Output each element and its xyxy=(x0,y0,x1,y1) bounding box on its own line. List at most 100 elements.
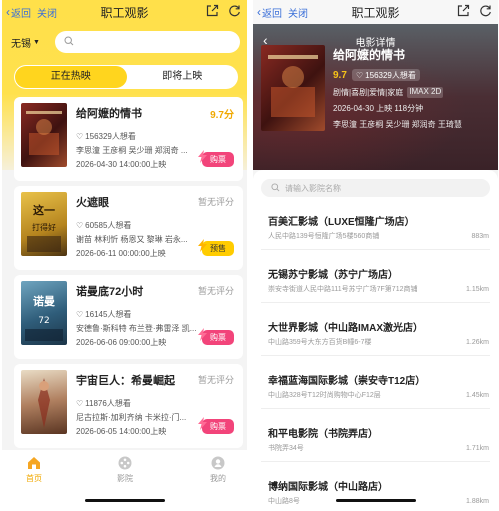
svg-text:72: 72 xyxy=(38,316,49,326)
cinema-item[interactable]: 和平电影院（书院弄店） 书院弄34号 1.71km xyxy=(261,417,490,462)
movie-score: 暂无评分 xyxy=(197,286,234,296)
detail-movie-poster xyxy=(261,45,325,131)
movie-poster: 这一 打得好 xyxy=(21,192,67,256)
close-button[interactable]: 关闭 xyxy=(288,5,308,20)
tab-cinemas[interactable]: 影院 xyxy=(105,455,145,484)
back-button[interactable]: ‹ 返回 关闭 xyxy=(253,5,308,20)
movie-cast: 李思潼 王彦桐 吴少珊 郑润奇 ... xyxy=(76,146,188,155)
screenshot: ‹ 返回 关闭 职工观影 无锡 ▼ 正在热映 即将上映 给阿嬷的情书 9.7分 … xyxy=(0,0,499,511)
heart-icon: ♡ xyxy=(76,399,84,408)
cinema-name: 博纳国际影城（中山路店） xyxy=(268,482,388,493)
cinema-item[interactable]: 博纳国际影城（中山路店） 中山路8号 1.88km xyxy=(261,470,490,511)
release-date: 2026-06-11 00:00:00上映 xyxy=(76,249,166,258)
want-count-text: 156329人想看 xyxy=(85,132,136,141)
tab-now-showing[interactable]: 正在热映 xyxy=(15,66,127,88)
cinema-address: 人民中路139号恒隆广场5楼560商铺 xyxy=(268,233,380,240)
search-icon xyxy=(271,182,280,194)
cinema-name: 幸福蓝海国际影城（崇安寺T12店） xyxy=(268,376,426,387)
bolt-icon xyxy=(198,239,207,252)
detail-movie-score: 9.7 xyxy=(333,70,347,81)
cinema-address: 中山路8号 xyxy=(268,498,300,505)
cinema-distance: 1.26km xyxy=(466,339,489,346)
cinema-address: 书院弄34号 xyxy=(268,445,304,452)
cinema-name: 大世界影城（中山路IMAX激光店） xyxy=(268,323,423,334)
movie-card[interactable]: 宇宙巨人：希曼崛起 暂无评分 ♡ 11876人想看 尼古拉斯·加利齐纳 卡米拉·门… xyxy=(14,364,243,448)
tab-me[interactable]: 我的 xyxy=(198,455,238,484)
home-indicator xyxy=(335,499,416,502)
cinema-list-panel: 请输入影院名称 百美汇影城（LUXE恒隆广场店） 人民中路139号恒隆广场5楼5… xyxy=(253,170,498,511)
refresh-icon[interactable] xyxy=(479,4,492,17)
want-count: ♡ 11876人想看 xyxy=(76,398,131,409)
movie-tabs: 正在热映 即将上映 xyxy=(14,65,238,89)
presale-button[interactable]: 预售 xyxy=(198,239,234,256)
nav-bar: ‹ 返回 关闭 职工观影 xyxy=(2,0,247,24)
cinema-name: 和平电影院（书院弄店） xyxy=(268,429,378,440)
bolt-icon xyxy=(198,150,207,163)
cinema-address: 中山路359号大东方百货B幢6-7楼 xyxy=(268,339,372,346)
movie-poster xyxy=(21,370,67,434)
cinema-search-placeholder: 请输入影院名称 xyxy=(285,183,341,193)
tab-home[interactable]: 首页 xyxy=(14,455,54,484)
bolt-icon xyxy=(198,328,207,341)
city-selector[interactable]: 无锡 ▼ xyxy=(2,35,46,50)
detail-want-count: ♡ 156329人想看 xyxy=(352,69,420,81)
movie-score: 暂无评分 xyxy=(197,197,234,207)
search-input[interactable] xyxy=(55,31,240,53)
heart-icon: ♡ xyxy=(76,221,84,230)
want-count: ♡ 156329人想看 xyxy=(76,131,136,142)
close-button[interactable]: 关闭 xyxy=(37,5,57,20)
tab-home-label: 首页 xyxy=(26,474,42,483)
buy-ticket-button[interactable]: 购票 xyxy=(198,150,234,167)
movie-cast: 谢苗 林利忻 杨恩又 黎琳 岩永... xyxy=(76,235,188,244)
detail-movie-title: 给阿嬷的情书 xyxy=(333,48,406,62)
detail-want-text: 156329人想看 xyxy=(365,70,416,80)
movie-score: 暂无评分 xyxy=(197,375,234,385)
tab-coming-soon[interactable]: 即将上映 xyxy=(127,66,239,88)
movie-cast: 安德鲁·斯科特 布兰登·弗雷泽 凯... xyxy=(76,324,197,333)
cinema-distance: 883m xyxy=(471,233,489,240)
heart-icon: ♡ xyxy=(76,132,84,141)
cinema-search-input[interactable]: 请输入影院名称 xyxy=(261,179,490,197)
cinema-distance: 1.71km xyxy=(466,445,489,452)
heart-icon: ♡ xyxy=(356,70,364,80)
release-date: 2026-06-06 09:00:00上映 xyxy=(76,338,167,347)
cinema-item[interactable]: 大世界影城（中山路IMAX激光店） 中山路359号大东方百货B幢6-7楼 1.2… xyxy=(261,311,490,356)
bolt-icon xyxy=(198,417,207,430)
buy-ticket-button[interactable]: 购票 xyxy=(198,328,234,345)
tab-bar: 首页 影院 我的 xyxy=(2,450,247,511)
buy-button-label: 购票 xyxy=(210,155,226,164)
share-icon[interactable] xyxy=(457,4,470,17)
refresh-icon[interactable] xyxy=(228,4,241,17)
detail-genre-row: 剧情|喜剧|爱情|家庭 IMAX 2D xyxy=(333,87,444,98)
home-icon xyxy=(26,455,42,471)
svg-text:这一: 这一 xyxy=(33,203,55,217)
caret-down-icon: ▼ xyxy=(33,38,40,46)
search-icon xyxy=(64,33,74,51)
tab-me-label: 我的 xyxy=(210,474,226,483)
detail-cast: 李思潼 王彦桐 吴少珊 郑润奇 王琦慧 xyxy=(333,120,462,129)
buy-ticket-button[interactable]: 购票 xyxy=(198,417,234,434)
city-label: 无锡 xyxy=(11,38,31,50)
presale-button-label: 预售 xyxy=(210,244,226,253)
movie-card[interactable]: 诺曼 72 诺曼底72小时 暂无评分 ♡ 16145人想看 安德鲁·斯科特 布兰登·… xyxy=(14,275,243,359)
user-icon xyxy=(210,455,226,471)
movie-title: 给阿嬷的情书 xyxy=(76,108,142,120)
detail-genres: 剧情|喜剧|爱情|家庭 xyxy=(333,88,404,97)
want-count: ♡ 60585人想看 xyxy=(76,220,131,231)
back-button[interactable]: ‹ 返回 关闭 xyxy=(2,5,57,20)
movie-cast: 尼古拉斯·加利齐纳 卡米拉·门... xyxy=(76,413,187,422)
cinema-item[interactable]: 百美汇影城（LUXE恒隆广场店） 人民中路139号恒隆广场5楼560商铺 883… xyxy=(261,205,490,250)
cinema-item[interactable]: 幸福蓝海国际影城（崇安寺T12店） 中山路328号T12时尚购物中心F12层 1… xyxy=(261,364,490,409)
home-indicator xyxy=(84,499,165,502)
heart-icon: ♡ xyxy=(76,310,84,319)
detail-release-info: 2026-04-30 上映 118分钟 xyxy=(333,104,424,113)
movie-poster: 诺曼 72 xyxy=(21,281,67,345)
cinema-item[interactable]: 无锡苏宁影城（苏宁广场店） 崇安寺街道人民中路111号苏宁广场7F第712商铺 … xyxy=(261,258,490,303)
release-date: 2026-04-30 14:00:00上映 xyxy=(76,160,167,169)
share-icon[interactable] xyxy=(206,4,219,17)
movie-title: 火遮眼 xyxy=(76,197,109,209)
want-count-text: 16145人想看 xyxy=(85,310,132,319)
svg-text:打得好: 打得好 xyxy=(32,222,56,232)
movie-card[interactable]: 这一打得好 火遮眼 暂无评分 ♡ 60585人想看 谢苗 林利忻 杨恩又 黎琳 岩… xyxy=(14,186,243,270)
movie-card[interactable]: 给阿嬷的情书 9.7分 ♡ 156329人想看 李思潼 王彦桐 吴少珊 郑润奇 .… xyxy=(14,97,243,181)
